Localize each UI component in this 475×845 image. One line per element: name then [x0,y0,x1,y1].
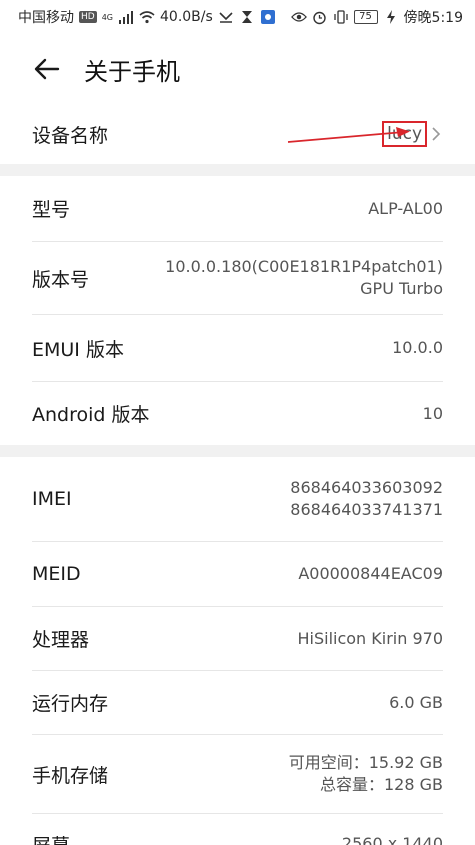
carrier-name: 中国移动 [18,10,74,26]
ram-value: 6.0 GB [389,692,443,714]
back-button[interactable] [30,52,64,86]
build-number-line: 10.0.0.180(C00E181R1P4patch01) [165,257,443,276]
screen-resolution-line: 2560 x 1440 [341,834,443,845]
device-name-label: 设备名称 [32,124,109,147]
signal-icon [118,9,134,25]
imei-line-2: 868464033741371 [290,500,443,519]
status-bar-left: 中国移动 HD 4G 40.0B/s [18,7,276,27]
ram-line: 6.0 GB [389,692,443,712]
ram-row: 运行内存 6.0 GB [32,671,443,735]
storage-label: 手机存储 [32,764,109,787]
hourglass-icon [239,9,255,25]
imei-row: IMEI 868464033603092 868464033741371 [32,457,443,542]
android-version-label: Android 版本 [32,404,150,426]
screen-row: 屏幕 2560 x 1440 [32,814,443,845]
model-row: 型号 ALP-AL00 [32,176,443,242]
emui-version-value: 10.0.0 [392,337,443,359]
emui-version-line: 10.0.0 [392,338,443,357]
build-number-row: 版本号 10.0.0.180(C00E181R1P4patch01) GPU T… [32,242,443,315]
model-value: ALP-AL00 [368,198,443,220]
hd-badge: HD [79,11,97,23]
storage-value: 可用空间：15.92 GB 总容量：128 GB [289,752,443,796]
build-number-label: 版本号 [32,268,90,291]
imei-value: 868464033603092 868464033741371 [290,477,443,521]
storage-total-line: 总容量：128 GB [319,775,443,794]
meid-row: MEID A00000844EAC09 [32,542,443,607]
wifi-icon [139,9,155,25]
processor-line: HiSilicon Kirin 970 [297,628,443,648]
page-title: 关于手机 [84,57,180,86]
status-bar: 中国移动 HD 4G 40.0B/s 75 傍晚5:19 [0,0,475,34]
title-bar: 关于手机 [0,34,475,104]
build-number-value: 10.0.0.180(C00E181R1P4patch01) GPU Turbo [165,256,443,300]
software-info-group: 型号 ALP-AL00 版本号 10.0.0.180(C00E181R1P4pa… [0,176,475,445]
app-icon [260,9,276,25]
meid-value: A00000844EAC09 [298,563,443,585]
android-version-line: 10 [422,403,443,423]
processor-label: 处理器 [32,629,90,651]
storage-available-line: 可用空间：15.92 GB [288,753,443,772]
android-version-row: Android 版本 10 [32,382,443,445]
section-divider [0,445,475,457]
processor-row: 处理器 HiSilicon Kirin 970 [32,607,443,671]
processor-value: HiSilicon Kirin 970 [297,628,443,650]
storage-row: 手机存储 可用空间：15.92 GB 总容量：128 GB [32,735,443,814]
chevron-right-icon [431,125,443,143]
imei-line-1: 868464033603092 [290,478,443,497]
device-name-row[interactable]: 设备名称 lucy [32,104,443,164]
meid-line: A00000844EAC09 [298,564,443,583]
gpu-turbo-line: GPU Turbo [360,279,443,298]
emui-version-label: EMUI 版本 [32,338,124,361]
ram-label: 运行内存 [32,693,109,715]
notification-icon [218,9,234,25]
charging-icon [383,9,399,25]
meid-label: MEID [32,563,81,585]
alarm-icon [312,9,328,25]
device-name-group: 设备名称 lucy [0,104,475,164]
battery-indicator: 75 [353,10,378,24]
clock: 傍晚5:19 [403,10,463,26]
model-label: 型号 [32,199,71,221]
imei-label: IMEI [32,488,72,510]
eye-icon [290,9,307,25]
model-value-line: ALP-AL00 [368,198,443,218]
screen-value: 2560 x 1440 [342,833,443,845]
annotation-arrow-icon [287,127,410,143]
section-divider [0,164,475,176]
android-version-value: 10 [423,403,443,425]
network-type: 4G [101,12,113,22]
vibrate-icon [333,9,349,25]
emui-version-row: EMUI 版本 10.0.0 [32,315,443,382]
network-speed: 40.0B/s [160,9,213,25]
status-bar-right: 75 傍晚5:19 [290,7,463,27]
about-phone-screen: 中国移动 HD 4G 40.0B/s 75 傍晚5:19 关于手机 设备名称 l… [0,0,475,845]
hardware-info-group: IMEI 868464033603092 868464033741371 MEI… [0,457,475,845]
back-arrow-icon [34,58,60,80]
screen-label: 屏幕 [32,831,70,845]
